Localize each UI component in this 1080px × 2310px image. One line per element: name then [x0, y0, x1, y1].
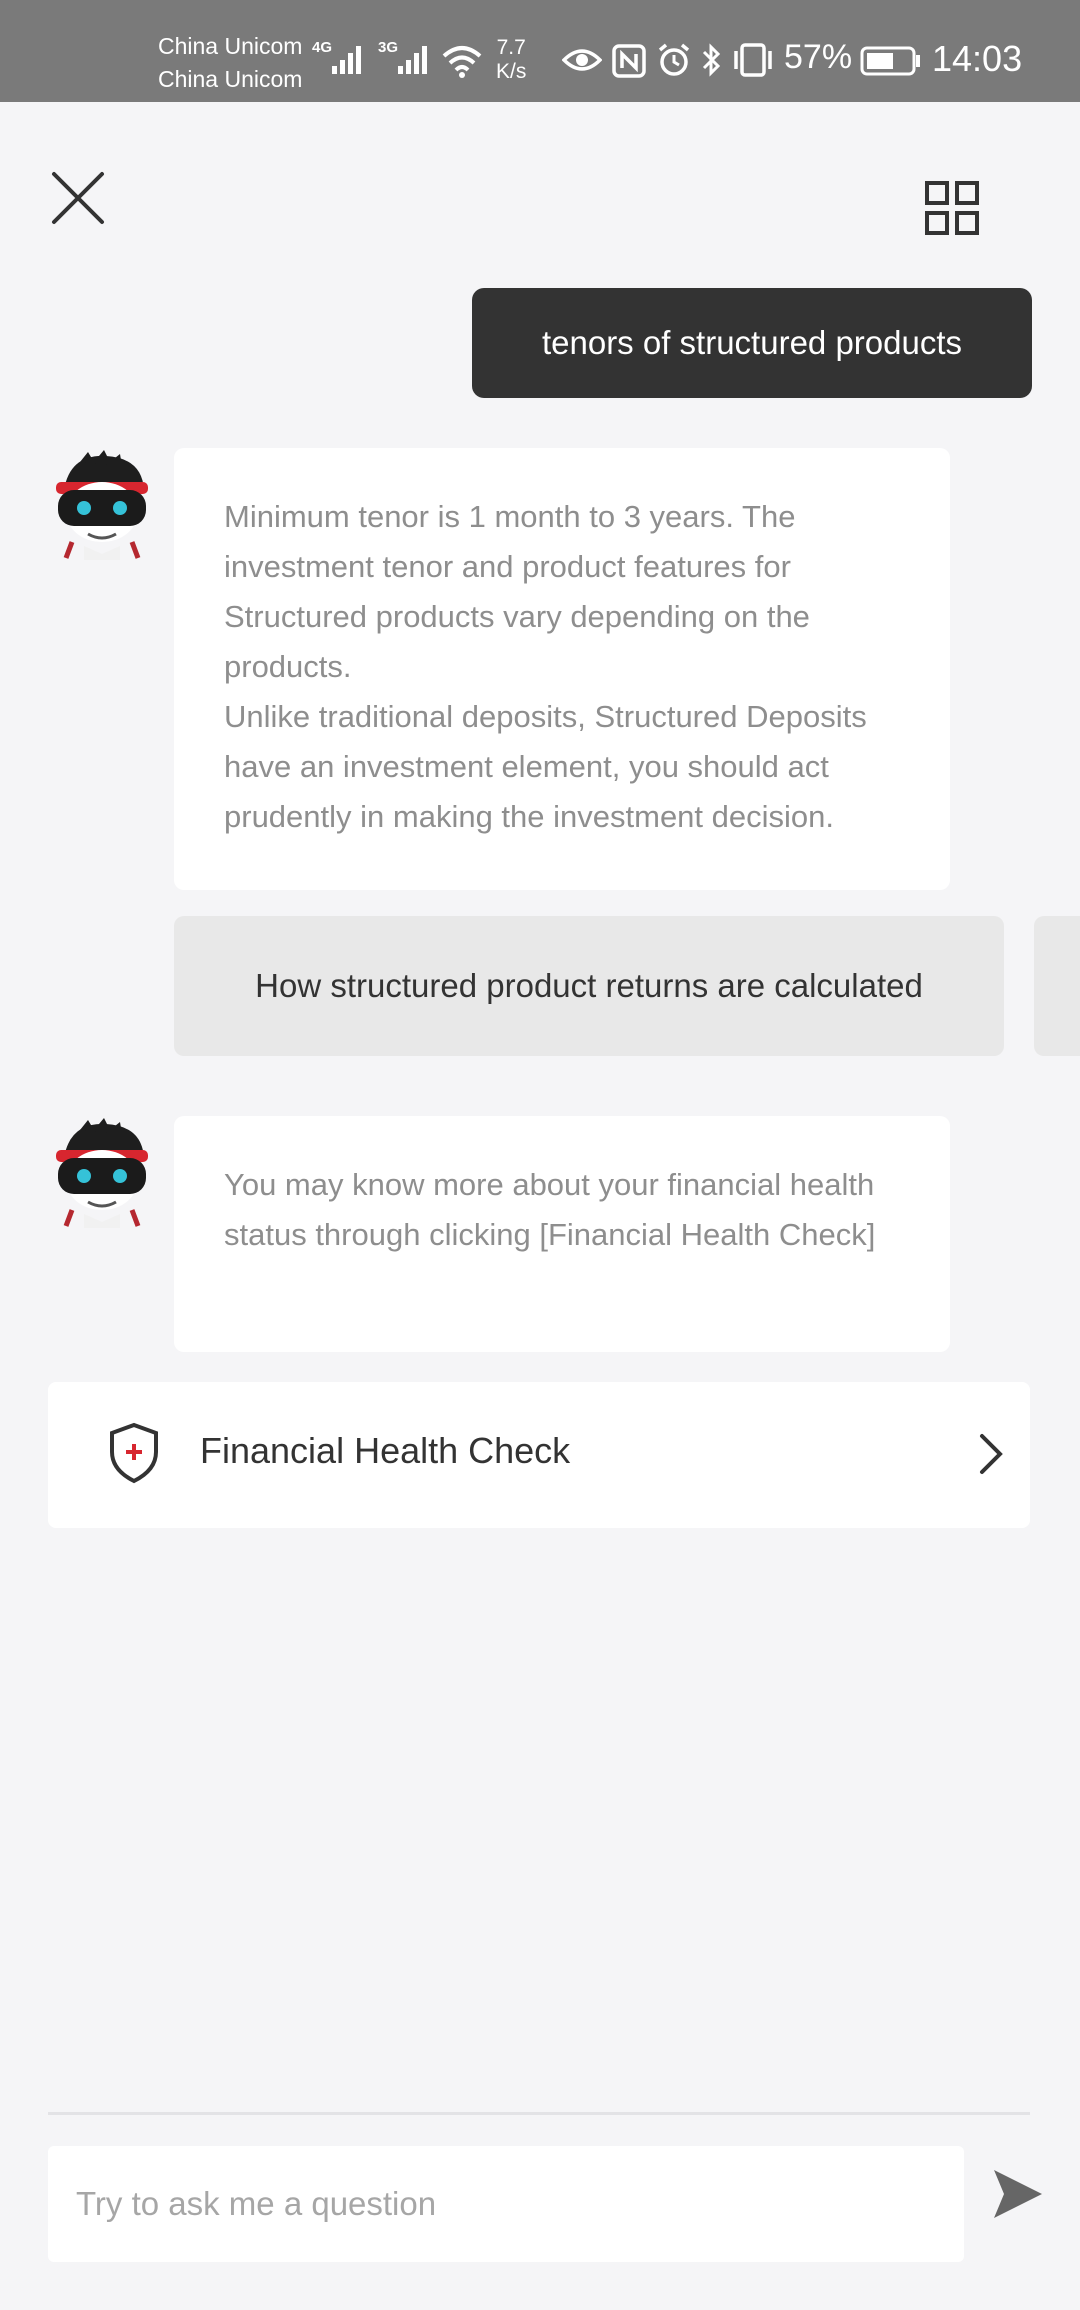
bot-message-bubble: You may know more about your financial h…: [174, 1116, 950, 1352]
network-speed-value: 7.7: [496, 36, 526, 59]
signal-4g-icon: 4G: [312, 39, 361, 74]
bot-message-text: You may know more about your financial h…: [224, 1167, 876, 1252]
financial-health-check-card[interactable]: Financial Health Check: [48, 1382, 1030, 1528]
net-2-label: 3G: [378, 39, 398, 56]
nfc-icon: [612, 44, 646, 78]
carrier-2: China Unicom: [158, 66, 303, 92]
clock: 14:03: [932, 38, 1023, 79]
chevron-right-icon: [980, 1434, 1003, 1474]
send-icon[interactable]: [992, 2168, 1044, 2220]
user-message-text: tenors of structured products: [541, 324, 963, 361]
carrier-1: China Unicom: [158, 33, 303, 59]
carrier-names: China Unicom China Unicom: [158, 30, 302, 96]
bluetooth-icon: [702, 43, 721, 77]
wifi-icon: [442, 46, 482, 78]
suggestion-chip[interactable]: How structured product returns are calcu…: [174, 916, 1004, 1056]
shield-icon: [110, 1422, 158, 1484]
net-1-label: 4G: [312, 39, 332, 56]
network-speed: 7.7 K/s: [496, 36, 526, 84]
composer-divider: [48, 2112, 1030, 2115]
eye-comfort-icon: [562, 49, 602, 71]
bot-message-text: Unlike traditional deposits, Structured …: [224, 699, 867, 834]
status-bar: China Unicom China Unicom 4G 3G 7.7 K/s: [0, 0, 1080, 102]
bot-message-bubble: Minimum tenor is 1 month to 3 years. The…: [174, 448, 950, 890]
battery-icon: [860, 46, 920, 76]
bot-avatar-icon: [56, 450, 148, 560]
vibrate-icon: [734, 43, 772, 77]
suggestion-chip-next[interactable]: [1034, 916, 1080, 1056]
bot-avatar-icon: [56, 1118, 148, 1228]
signal-3g-icon: 3G: [378, 39, 427, 74]
alarm-icon: [658, 43, 690, 76]
close-icon[interactable]: [48, 168, 108, 228]
network-speed-unit: K/s: [496, 60, 527, 83]
user-message-bubble: tenors of structured products: [472, 288, 1032, 398]
financial-health-check-label: Financial Health Check: [200, 1430, 571, 1471]
suggestion-chip-label: How structured product returns are calcu…: [255, 967, 923, 1004]
question-input[interactable]: [48, 2146, 964, 2262]
bot-message-text: Minimum tenor is 1 month to 3 years. The…: [224, 499, 810, 684]
grid-icon[interactable]: [924, 180, 980, 236]
battery-percent: 57%: [784, 38, 853, 76]
